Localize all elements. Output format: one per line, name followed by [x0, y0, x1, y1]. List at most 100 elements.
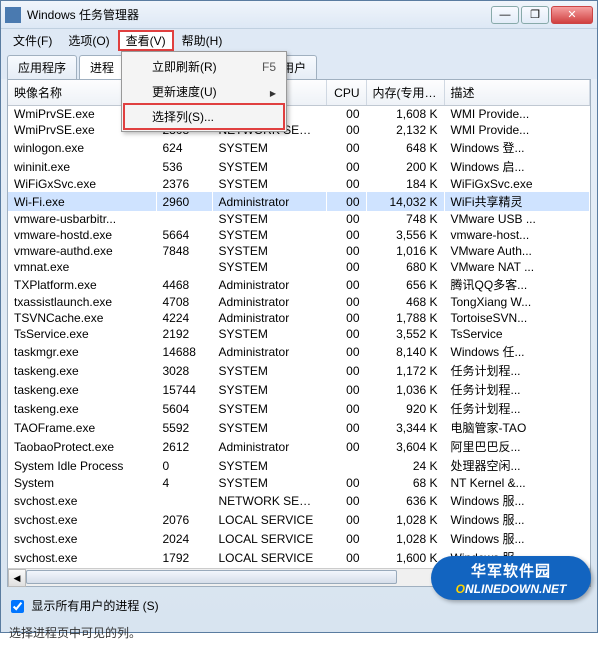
- minimize-button[interactable]: —: [491, 6, 519, 24]
- table-row[interactable]: vmnat.exeSYSTEM00680 KVMware NAT ...: [8, 259, 590, 275]
- titlebar[interactable]: Windows 任务管理器 — ❐ ✕: [1, 1, 597, 29]
- cell-user: SYSTEM: [212, 176, 326, 192]
- table-row[interactable]: svchost.exeNETWORK SERVICE00636 KWindows…: [8, 491, 590, 510]
- table-row[interactable]: vmware-hostd.exe5664SYSTEM003,556 Kvmwar…: [8, 227, 590, 243]
- watermark-cn: 华军软件园: [443, 560, 579, 581]
- dropdown-item-0[interactable]: 立即刷新(R)F5: [124, 54, 284, 79]
- table-row[interactable]: TAOFrame.exe5592SYSTEM003,344 K电脑管家-TAO: [8, 418, 590, 437]
- task-manager-window: Windows 任务管理器 — ❐ ✕ 文件(F)选项(O)查看(V)帮助(H)…: [0, 0, 598, 633]
- process-table: 映像名称 PID 用户名 CPU 内存(专用工... 描述 WmiPrvSE.e…: [8, 80, 590, 566]
- table-row[interactable]: WiFiGxSvc.exe2376SYSTEM00184 KWiFiGxSvc.…: [8, 176, 590, 192]
- dropdown-item-2[interactable]: 选择列(S)...: [124, 104, 284, 129]
- cell-name: taskmgr.exe: [8, 342, 156, 361]
- table-row[interactable]: System Idle Process0SYSTEM24 K处理器空闲...: [8, 456, 590, 475]
- cell-user: LOCAL SERVICE: [212, 548, 326, 566]
- cell-user: SYSTEM: [212, 157, 326, 176]
- table-row[interactable]: WmiPrvSE.exe001,608 KWMI Provide...: [8, 106, 590, 123]
- cell-desc: Windows 登...: [444, 138, 590, 157]
- cell-name: txassistlaunch.exe: [8, 294, 156, 310]
- table-row[interactable]: svchost.exe2076LOCAL SERVICE001,028 KWin…: [8, 510, 590, 529]
- cell-pid: 15744: [156, 380, 212, 399]
- table-row[interactable]: taskeng.exe15744SYSTEM001,036 K任务计划程...: [8, 380, 590, 399]
- cell-name: taskeng.exe: [8, 361, 156, 380]
- cell-cpu: 00: [326, 342, 366, 361]
- window-controls: — ❐ ✕: [491, 6, 593, 24]
- cell-desc: Windows 服...: [444, 510, 590, 529]
- dropdown-item-label: 选择列(S)...: [152, 108, 214, 125]
- statusbar-text: 选择进程页中可见的列。: [9, 626, 141, 640]
- menu-view[interactable]: 查看(V): [118, 30, 174, 51]
- maximize-button[interactable]: ❐: [521, 6, 549, 24]
- cell-user: LOCAL SERVICE: [212, 529, 326, 548]
- table-row[interactable]: Wi-Fi.exe2960Administrator0014,032 KWiFi…: [8, 192, 590, 211]
- cell-user: SYSTEM: [212, 211, 326, 227]
- table-row[interactable]: winlogon.exe624SYSTEM00648 KWindows 登...: [8, 138, 590, 157]
- watermark-en: ONLINEDOWN.NET: [443, 581, 579, 596]
- table-row[interactable]: WmiPrvSE.exe2808NETWORK SERVICE002,132 K…: [8, 122, 590, 138]
- dropdown-item-1[interactable]: 更新速度(U): [124, 79, 284, 104]
- cell-desc: 阿里巴巴反...: [444, 437, 590, 456]
- cell-mem: 1,172 K: [366, 361, 444, 380]
- show-all-users-label[interactable]: 显示所有用户的进程 (S): [11, 599, 159, 613]
- table-row[interactable]: taskeng.exe3028SYSTEM001,172 K任务计划程...: [8, 361, 590, 380]
- cell-user: Administrator: [212, 275, 326, 294]
- col-header-desc[interactable]: 描述: [444, 80, 590, 106]
- cell-name: TAOFrame.exe: [8, 418, 156, 437]
- menu-file[interactable]: 文件(F): [5, 30, 60, 51]
- table-row[interactable]: vmware-usbarbitr...SYSTEM00748 KVMware U…: [8, 211, 590, 227]
- dropdown-item-label: 更新速度(U): [152, 83, 217, 100]
- cell-cpu: 00: [326, 259, 366, 275]
- table-row[interactable]: TaobaoProtect.exe2612Administrator003,60…: [8, 437, 590, 456]
- cell-mem: 1,036 K: [366, 380, 444, 399]
- cell-pid: 5592: [156, 418, 212, 437]
- cell-desc: vmware-host...: [444, 227, 590, 243]
- table-row[interactable]: TsService.exe2192SYSTEM003,552 KTsServic…: [8, 326, 590, 342]
- menu-help[interactable]: 帮助(H): [174, 30, 231, 51]
- dropdown-shortcut: F5: [262, 60, 276, 74]
- cell-mem: 656 K: [366, 275, 444, 294]
- table-row[interactable]: TSVNCache.exe4224Administrator001,788 KT…: [8, 310, 590, 326]
- table-row[interactable]: taskmgr.exe14688Administrator008,140 KWi…: [8, 342, 590, 361]
- cell-name: TaobaoProtect.exe: [8, 437, 156, 456]
- tab-1[interactable]: 进程: [79, 55, 125, 79]
- table-row[interactable]: txassistlaunch.exe4708Administrator00468…: [8, 294, 590, 310]
- table-row[interactable]: vmware-authd.exe7848SYSTEM001,016 KVMwar…: [8, 243, 590, 259]
- col-header-cpu[interactable]: CPU: [326, 80, 366, 106]
- cell-pid: 4708: [156, 294, 212, 310]
- menu-options[interactable]: 选项(O): [60, 30, 117, 51]
- close-button[interactable]: ✕: [551, 6, 593, 24]
- cell-pid: 2960: [156, 192, 212, 211]
- submenu-arrow-icon: [270, 85, 276, 99]
- cell-cpu: 00: [326, 157, 366, 176]
- cell-cpu: 00: [326, 138, 366, 157]
- cell-mem: 1,016 K: [366, 243, 444, 259]
- cell-desc: WMI Provide...: [444, 122, 590, 138]
- cell-mem: 648 K: [366, 138, 444, 157]
- table-row[interactable]: wininit.exe536SYSTEM00200 KWindows 启...: [8, 157, 590, 176]
- cell-cpu: 00: [326, 510, 366, 529]
- cell-user: NETWORK SERVICE: [212, 491, 326, 510]
- scroll-thumb[interactable]: [26, 570, 397, 584]
- cell-name: TXPlatform.exe: [8, 275, 156, 294]
- show-all-users-checkbox[interactable]: [11, 600, 24, 613]
- col-header-mem[interactable]: 内存(专用工...: [366, 80, 444, 106]
- cell-pid: 2192: [156, 326, 212, 342]
- cell-cpu: 00: [326, 211, 366, 227]
- cell-pid: 624: [156, 138, 212, 157]
- table-row[interactable]: TXPlatform.exe4468Administrator00656 K腾讯…: [8, 275, 590, 294]
- tab-0[interactable]: 应用程序: [7, 55, 77, 79]
- table-row[interactable]: System4SYSTEM0068 KNT Kernel &...: [8, 475, 590, 491]
- cell-pid: [156, 259, 212, 275]
- cell-mem: 2,132 K: [366, 122, 444, 138]
- cell-user: LOCAL SERVICE: [212, 510, 326, 529]
- cell-desc: NT Kernel &...: [444, 475, 590, 491]
- cell-name: vmnat.exe: [8, 259, 156, 275]
- cell-mem: 24 K: [366, 456, 444, 475]
- cell-desc: VMware Auth...: [444, 243, 590, 259]
- cell-name: svchost.exe: [8, 510, 156, 529]
- cell-mem: 1,608 K: [366, 106, 444, 123]
- cell-desc: TongXiang W...: [444, 294, 590, 310]
- table-row[interactable]: taskeng.exe5604SYSTEM00920 K任务计划程...: [8, 399, 590, 418]
- table-row[interactable]: svchost.exe2024LOCAL SERVICE001,028 KWin…: [8, 529, 590, 548]
- scroll-left-button[interactable]: ◀: [8, 569, 26, 587]
